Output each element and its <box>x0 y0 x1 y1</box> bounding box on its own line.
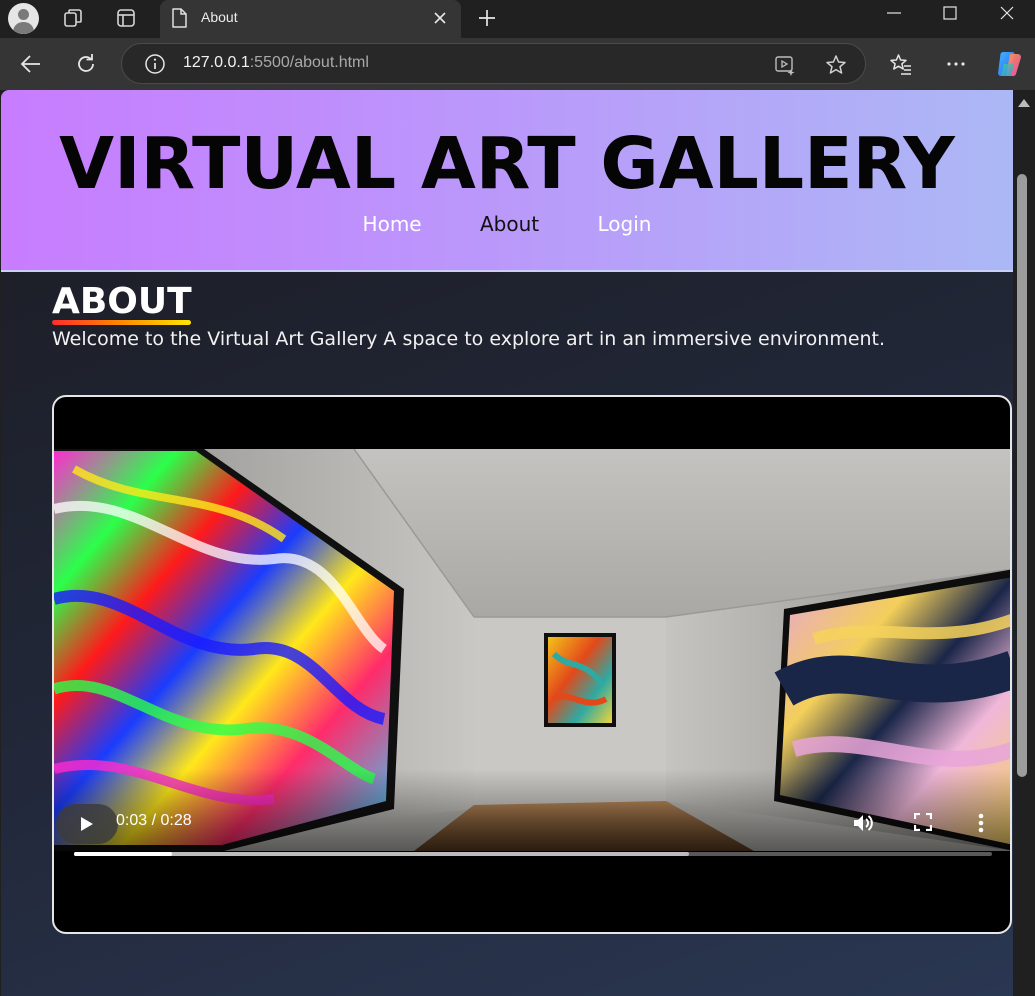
play-button[interactable] <box>56 804 118 844</box>
info-icon[interactable] <box>144 53 166 75</box>
heading-underline <box>52 320 191 325</box>
browser-toolbar: 127.0.0.1:5500/about.html <box>0 38 1035 90</box>
kebab-icon[interactable] <box>977 812 985 834</box>
back-arrow-icon[interactable] <box>19 52 43 76</box>
tab-actions-icon[interactable] <box>116 8 136 28</box>
more-icon[interactable] <box>944 52 968 76</box>
active-tab[interactable]: About <box>160 0 461 38</box>
maximize-icon[interactable] <box>935 4 965 28</box>
page-icon <box>172 8 187 28</box>
nav-link-about[interactable]: About <box>480 212 539 236</box>
page-viewport: VIRTUAL ART GALLERY Home About Login ABO… <box>0 90 1035 996</box>
video-time: 0:03 / 0:28 <box>116 812 192 829</box>
url-text[interactable]: 127.0.0.1:5500/about.html <box>183 54 369 72</box>
address-bar[interactable]: 127.0.0.1:5500/about.html <box>121 43 866 84</box>
profile-icon[interactable] <box>8 3 39 34</box>
controls-overlay <box>54 769 1010 853</box>
copilot-icon[interactable] <box>994 50 1024 78</box>
about-intro: Welcome to the Virtual Art Gallery A spa… <box>52 328 886 350</box>
tab-title: About <box>201 9 238 25</box>
scrollbar[interactable] <box>1013 90 1035 996</box>
scroll-up-arrow[interactable] <box>1018 99 1030 107</box>
close-icon[interactable] <box>431 9 449 27</box>
fullscreen-icon[interactable] <box>914 813 932 831</box>
site-header: VIRTUAL ART GALLERY Home About Login <box>1 90 1013 272</box>
workspaces-icon[interactable] <box>63 8 83 28</box>
url-host: 127.0.0.1 <box>183 54 250 71</box>
main-nav: Home About Login <box>1 212 1013 236</box>
about-page: VIRTUAL ART GALLERY Home About Login ABO… <box>1 90 1013 996</box>
minimize-icon[interactable] <box>879 4 909 28</box>
volume-icon[interactable] <box>852 812 874 834</box>
scroll-thumb[interactable] <box>1017 174 1027 777</box>
plus-icon[interactable] <box>476 7 498 29</box>
favorites-icon[interactable] <box>889 52 913 76</box>
played-range <box>74 852 173 856</box>
close-window-icon[interactable] <box>992 4 1022 28</box>
nav-link-home[interactable]: Home <box>363 212 422 236</box>
url-path: :5500/about.html <box>249 54 369 71</box>
star-icon[interactable] <box>824 53 848 77</box>
seek-bar[interactable] <box>74 852 992 856</box>
nav-link-login[interactable]: Login <box>597 212 651 236</box>
gallery-video[interactable]: 0:03 / 0:28 <box>52 395 1012 934</box>
tab-strip: About <box>0 0 1035 38</box>
play-icon <box>81 817 93 831</box>
reader-icon[interactable] <box>774 54 796 76</box>
site-title: VIRTUAL ART GALLERY <box>59 122 955 205</box>
reload-icon[interactable] <box>74 52 98 76</box>
about-heading: ABOUT <box>52 281 192 322</box>
